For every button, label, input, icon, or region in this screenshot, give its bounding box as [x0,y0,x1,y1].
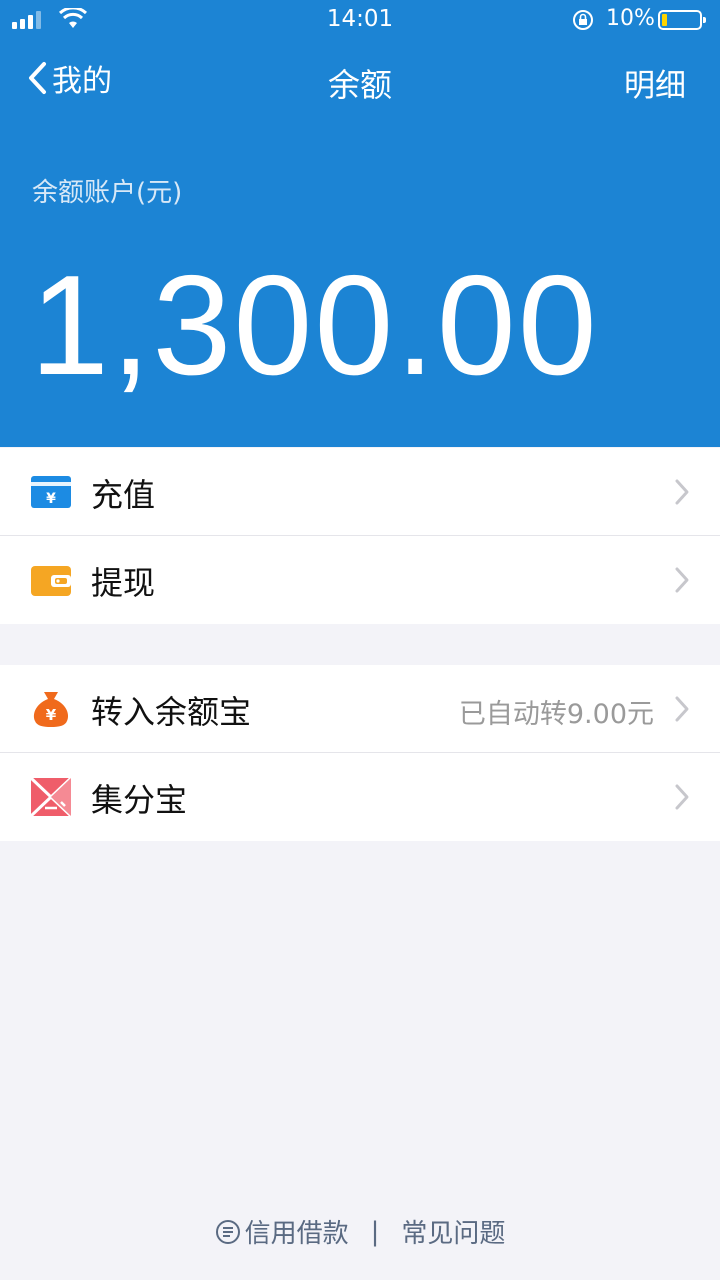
balance-amount: 1,300.00 [30,246,599,405]
chevron-right-icon [675,567,689,593]
page-title: 余额 [327,66,392,104]
recharge-row[interactable]: ¥ 充值 [0,448,720,536]
withdraw-label: 提现 [91,564,156,602]
battery-percent: 10% [606,6,655,31]
card-yuan-icon: ¥ [31,476,71,508]
svg-text:¥: ¥ [46,491,56,507]
battery-icon [658,10,706,30]
auto-transfer-note: 已自动转9.00元 [458,699,654,730]
chevron-right-icon [675,479,689,505]
credit-loan-icon [215,1219,240,1244]
rotation-lock-icon [573,10,593,30]
menu-group-secondary: ¥ 转入余额宝 已自动转9.00元 集分宝 [0,665,720,841]
chevron-right-icon [675,696,689,722]
money-bag-icon: ¥ [33,692,69,727]
menu-group-primary: ¥ 充值 提现 [0,448,720,624]
wallet-icon [31,566,71,596]
footer-links: 信用借款 | 常见问题 [0,1213,720,1250]
account-label: 余额账户(元) [32,178,183,208]
detail-button[interactable]: 明细 [624,60,686,105]
faq-link[interactable]: 常见问题 [401,1213,505,1250]
balance-header: 14:01 10% 我的 余额 明细 余额账户(元) 1,300.00 [0,0,720,447]
yuebao-row[interactable]: ¥ 转入余额宝 已自动转9.00元 [0,665,720,753]
chevron-right-icon [675,784,689,810]
jifenbao-row[interactable]: 集分宝 [0,753,720,841]
jifenbao-label: 集分宝 [91,781,188,819]
svg-text:¥: ¥ [46,706,57,724]
nav-bar: 我的 余额 明细 [0,52,720,108]
jifenbao-icon [31,778,71,816]
yuebao-label: 转入余额宝 [91,693,252,731]
status-bar: 14:01 10% [0,0,720,40]
credit-loan-link[interactable]: 信用借款 [245,1213,349,1250]
withdraw-row[interactable]: 提现 [0,536,720,624]
footer-separator: | [370,1216,380,1247]
recharge-label: 充值 [91,476,156,514]
